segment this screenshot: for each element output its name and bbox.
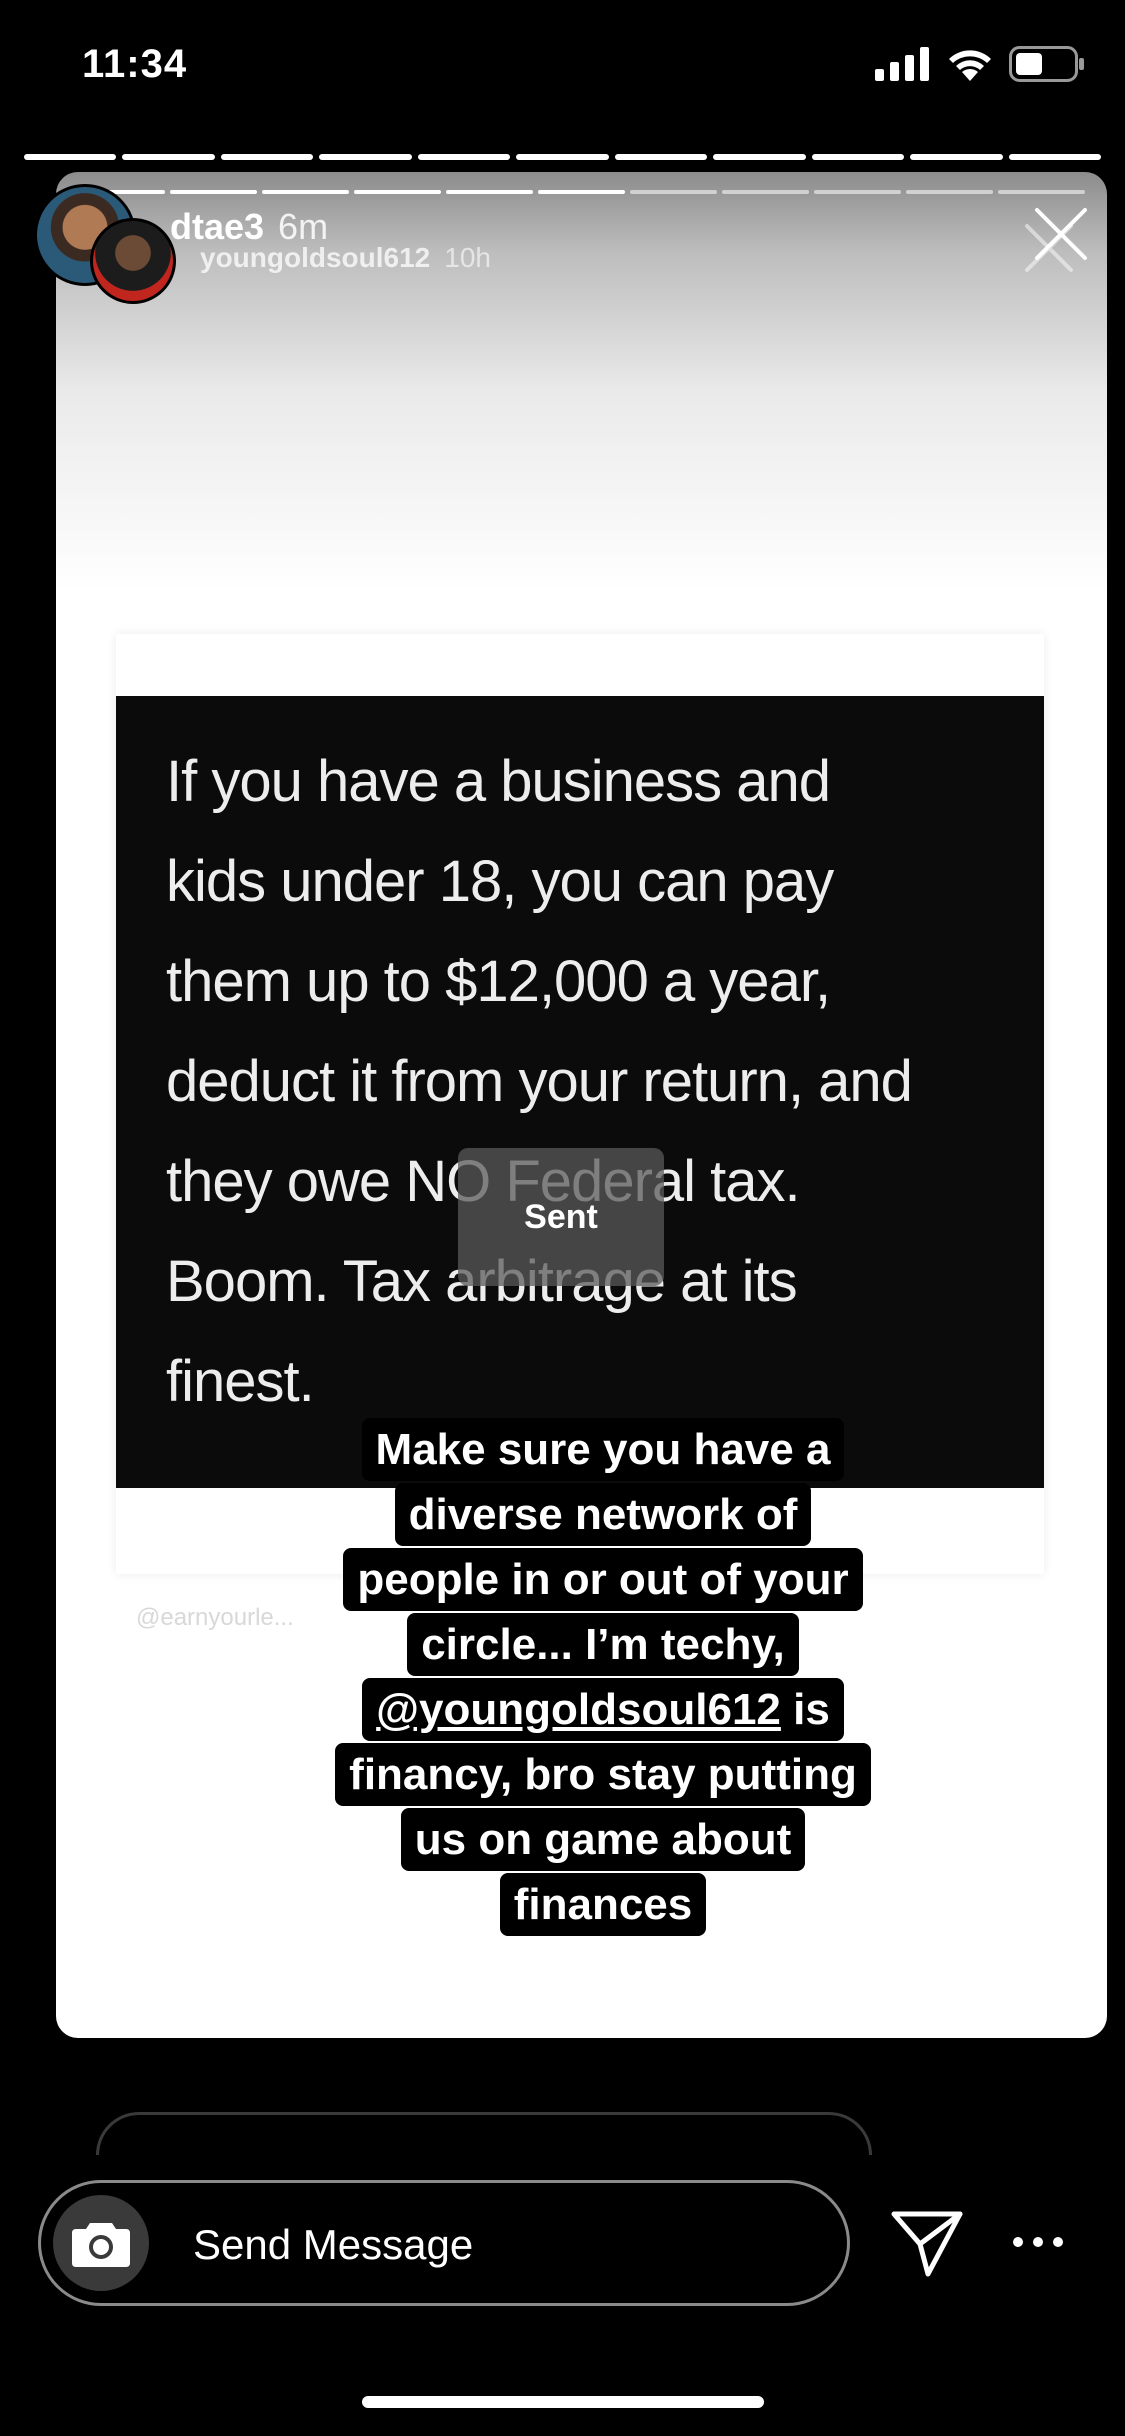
cellular-signal-icon	[875, 47, 929, 81]
progress-segment	[417, 154, 511, 160]
story-progress-bar	[24, 154, 1101, 160]
progress-segment	[614, 154, 708, 160]
progress-segment	[354, 190, 441, 194]
sent-indicator: Sent	[458, 1148, 664, 1286]
progress-segment	[516, 154, 609, 160]
story-header[interactable]: dtae3 6m	[170, 206, 328, 248]
camera-button[interactable]	[53, 2195, 149, 2291]
shared-avatar[interactable]	[90, 218, 176, 304]
progress-segment	[906, 190, 993, 194]
caption-line: diverse network of	[394, 1483, 812, 1546]
quote-line: kids under 18, you can pay	[166, 849, 834, 914]
caption-line: us on game about	[400, 1808, 806, 1871]
more-icon[interactable]	[1012, 2228, 1064, 2256]
mention-link[interactable]: @youngoldsoul612	[376, 1685, 781, 1734]
progress-segment	[910, 154, 1003, 160]
progress-segment	[122, 154, 215, 160]
message-placeholder: Send Message	[193, 2221, 474, 2268]
camera-icon	[72, 2223, 130, 2267]
caption-line: @youngoldsoul612 is	[362, 1678, 844, 1741]
status-bar: 11:34	[0, 0, 1125, 140]
progress-segment	[446, 190, 533, 194]
battery-icon	[1009, 46, 1084, 82]
reply-peek	[96, 2112, 872, 2155]
shared-story-progress-bar	[78, 190, 1085, 194]
progress-segment	[1008, 154, 1101, 160]
message-input[interactable]: Send Message	[38, 2180, 850, 2306]
progress-segment	[722, 190, 809, 194]
caption-line: people in or out of your	[343, 1548, 863, 1611]
quote-line: them up to $12,000 a year,	[166, 949, 831, 1014]
progress-segment	[811, 154, 905, 160]
progress-segment	[998, 190, 1085, 194]
story-caption: Make sure you have a diverse network of pe…	[290, 1418, 916, 1938]
quote-line: If you have a business and	[166, 749, 831, 814]
wifi-icon	[949, 50, 991, 81]
caption-text: is	[793, 1685, 830, 1734]
progress-segment	[814, 190, 901, 194]
paper-plane-icon[interactable]	[890, 2206, 964, 2280]
progress-segment	[170, 190, 257, 194]
progress-segment	[262, 190, 349, 194]
story-time: 6m	[278, 206, 329, 247]
story-avatars[interactable]	[34, 184, 176, 304]
close-icon[interactable]	[1031, 204, 1091, 264]
quote-image: If you have a business and kids under 18,…	[116, 696, 1044, 1488]
caption-line: financy, bro stay putting	[335, 1743, 871, 1806]
progress-segment	[538, 190, 625, 194]
quote-watermark: @earnyourle...	[136, 1604, 294, 1631]
caption-line: Make sure you have a	[361, 1418, 845, 1481]
status-icons	[875, 46, 1085, 82]
progress-segment	[713, 154, 806, 160]
caption-line: finances	[499, 1873, 707, 1936]
caption-line: circle... I’m techy,	[407, 1613, 799, 1676]
status-time: 11:34	[82, 42, 188, 86]
quote-line: deduct it from your return, and	[166, 1049, 913, 1114]
quote-text: If you have a business and kids under 18,…	[166, 732, 1026, 1432]
progress-segment	[24, 154, 117, 160]
home-indicator[interactable]	[362, 2396, 764, 2408]
progress-segment	[220, 154, 314, 160]
progress-segment	[630, 190, 717, 194]
story-username[interactable]: dtae3	[170, 206, 264, 247]
quote-line: finest.	[166, 1349, 315, 1414]
shared-story-time: 10h	[444, 242, 491, 273]
progress-segment	[319, 154, 412, 160]
